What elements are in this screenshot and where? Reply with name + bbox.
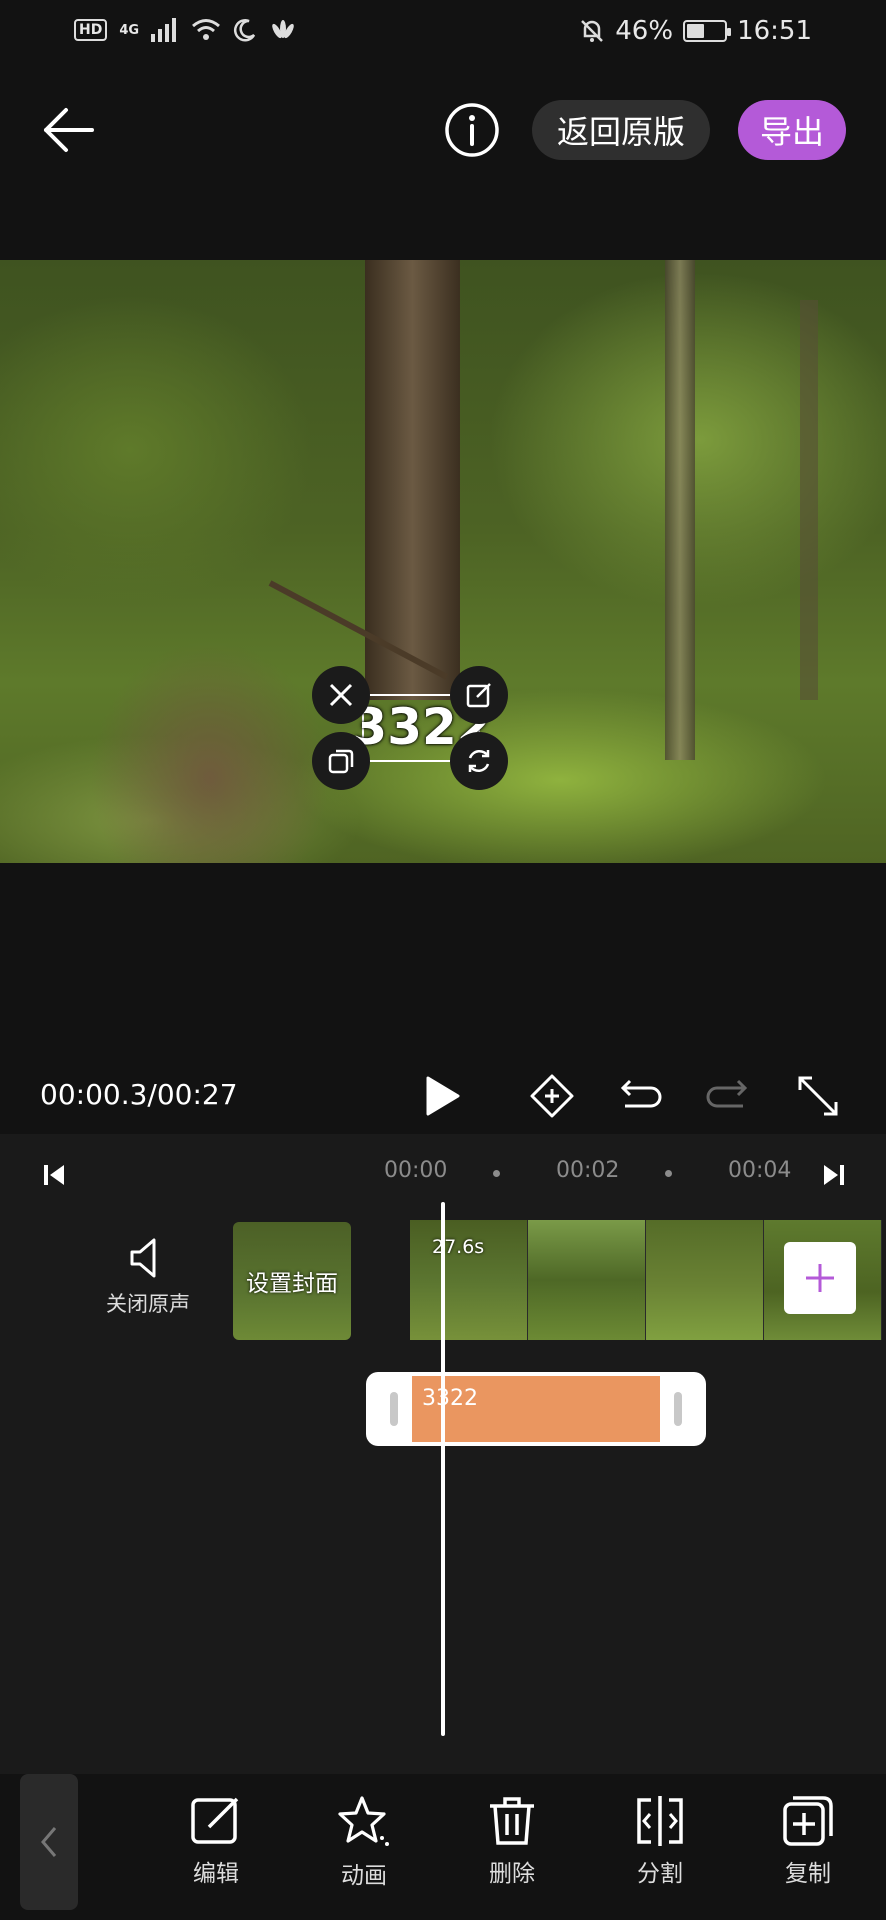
- status-right: 46% 16:51: [579, 16, 812, 46]
- tool-copy[interactable]: 复制: [758, 1794, 858, 1888]
- sticker-duplicate-handle[interactable]: [312, 732, 370, 790]
- video-preview[interactable]: [0, 260, 886, 863]
- tool-edit[interactable]: 编辑: [166, 1794, 266, 1888]
- time-ruler: 00:00 00:02 00:04: [0, 1150, 886, 1196]
- ruler-dot: [665, 1170, 672, 1177]
- sticker-clip[interactable]: 3322: [412, 1376, 660, 1442]
- redo-icon: [706, 1079, 748, 1108]
- tool-label: 分割: [637, 1861, 683, 1887]
- chevron-left-icon: [41, 1827, 57, 1857]
- mute-original-button[interactable]: 关闭原声: [96, 1234, 200, 1318]
- speaker-icon: [130, 1238, 156, 1278]
- keyframe-button[interactable]: [524, 1068, 580, 1124]
- tool-label: 编辑: [193, 1861, 239, 1887]
- tool-split[interactable]: 分割: [610, 1794, 710, 1888]
- moon-icon: [234, 19, 256, 42]
- tool-delete[interactable]: 删除: [462, 1794, 562, 1888]
- signal-icon: [151, 18, 177, 42]
- ruler-dot: [493, 1170, 500, 1177]
- revert-original-button[interactable]: 返回原版: [532, 100, 710, 160]
- trim-handle-right[interactable]: [674, 1392, 682, 1426]
- play-button[interactable]: [414, 1068, 470, 1124]
- split-icon: [637, 1796, 683, 1846]
- cover-label: 设置封面: [246, 1271, 338, 1297]
- battery-percent: 46%: [615, 16, 674, 46]
- tool-animation[interactable]: 动画: [314, 1794, 414, 1890]
- jump-start-icon[interactable]: [40, 1160, 70, 1190]
- back-button[interactable]: [40, 102, 96, 158]
- fullscreen-button[interactable]: [790, 1068, 846, 1124]
- forest-path: [90, 640, 330, 863]
- sticker-delete-handle[interactable]: [312, 666, 370, 724]
- export-button[interactable]: 导出: [738, 100, 846, 160]
- bottom-toolbar: 编辑 动画 删除 分割 复制: [0, 1774, 886, 1920]
- huawei-icon: [272, 20, 294, 39]
- edit-icon: [191, 1797, 239, 1844]
- ruler-label: 00:02: [556, 1158, 620, 1183]
- back-arrow-icon: [44, 108, 94, 152]
- sticker-clip-label: 3322: [422, 1386, 478, 1411]
- network-type: 4G: [119, 22, 140, 38]
- add-clip-button[interactable]: [784, 1242, 856, 1314]
- keyframe-icon: [530, 1074, 574, 1118]
- time-readout: 00:00.3/00:27: [40, 1078, 238, 1111]
- ruler-label: 00:04: [728, 1158, 792, 1183]
- animation-icon: [338, 1796, 389, 1846]
- tool-label: 删除: [489, 1861, 535, 1887]
- battery-icon: [683, 20, 732, 42]
- copy-icon: [783, 1796, 833, 1846]
- clip-duration: 27.6s: [432, 1236, 485, 1258]
- video-frame: [646, 1220, 764, 1340]
- clock: 16:51: [737, 16, 812, 46]
- trim-handle-left[interactable]: [390, 1392, 398, 1426]
- video-frame: [528, 1220, 646, 1340]
- edit-icon: [466, 683, 491, 708]
- fullscreen-icon: [798, 1076, 838, 1116]
- play-icon: [426, 1076, 460, 1116]
- undo-button[interactable]: [612, 1068, 668, 1124]
- sticker-rotate-handle[interactable]: [450, 732, 508, 790]
- ruler-label: 00:00: [384, 1158, 448, 1183]
- tool-label: 复制: [785, 1861, 831, 1887]
- sticker-track-clip[interactable]: 3322: [366, 1372, 706, 1446]
- playhead[interactable]: [441, 1202, 445, 1736]
- tree-trunk: [365, 260, 460, 700]
- tool-label: 动画: [341, 1863, 387, 1889]
- plus-icon: [806, 1264, 834, 1292]
- hd-badge: HD: [74, 19, 108, 41]
- playback-controls: 00:00.3/00:27: [0, 1060, 886, 1134]
- close-icon: [329, 683, 353, 707]
- collapse-button[interactable]: [20, 1774, 78, 1910]
- redo-button[interactable]: [700, 1068, 756, 1124]
- top-bar: 返回原版 导出: [0, 90, 886, 170]
- duplicate-icon: [328, 749, 354, 774]
- sticker-edit-handle[interactable]: [450, 666, 508, 724]
- undo-icon: [620, 1079, 662, 1108]
- mute-bell-icon: [581, 20, 604, 42]
- info-icon: [445, 103, 499, 157]
- status-bar: HD 4G 46% 16:51: [0, 0, 886, 70]
- delete-icon: [490, 1797, 534, 1845]
- set-cover-button[interactable]: 设置封面: [233, 1222, 351, 1340]
- status-left: HD 4G: [74, 18, 297, 42]
- jump-end-icon[interactable]: [818, 1160, 848, 1190]
- tree-trunk: [665, 260, 695, 760]
- info-button[interactable]: [444, 102, 500, 158]
- rotate-icon: [468, 749, 490, 773]
- mute-label: 关闭原声: [106, 1292, 190, 1316]
- tree-trunk: [800, 300, 818, 700]
- wifi-icon: [192, 19, 221, 40]
